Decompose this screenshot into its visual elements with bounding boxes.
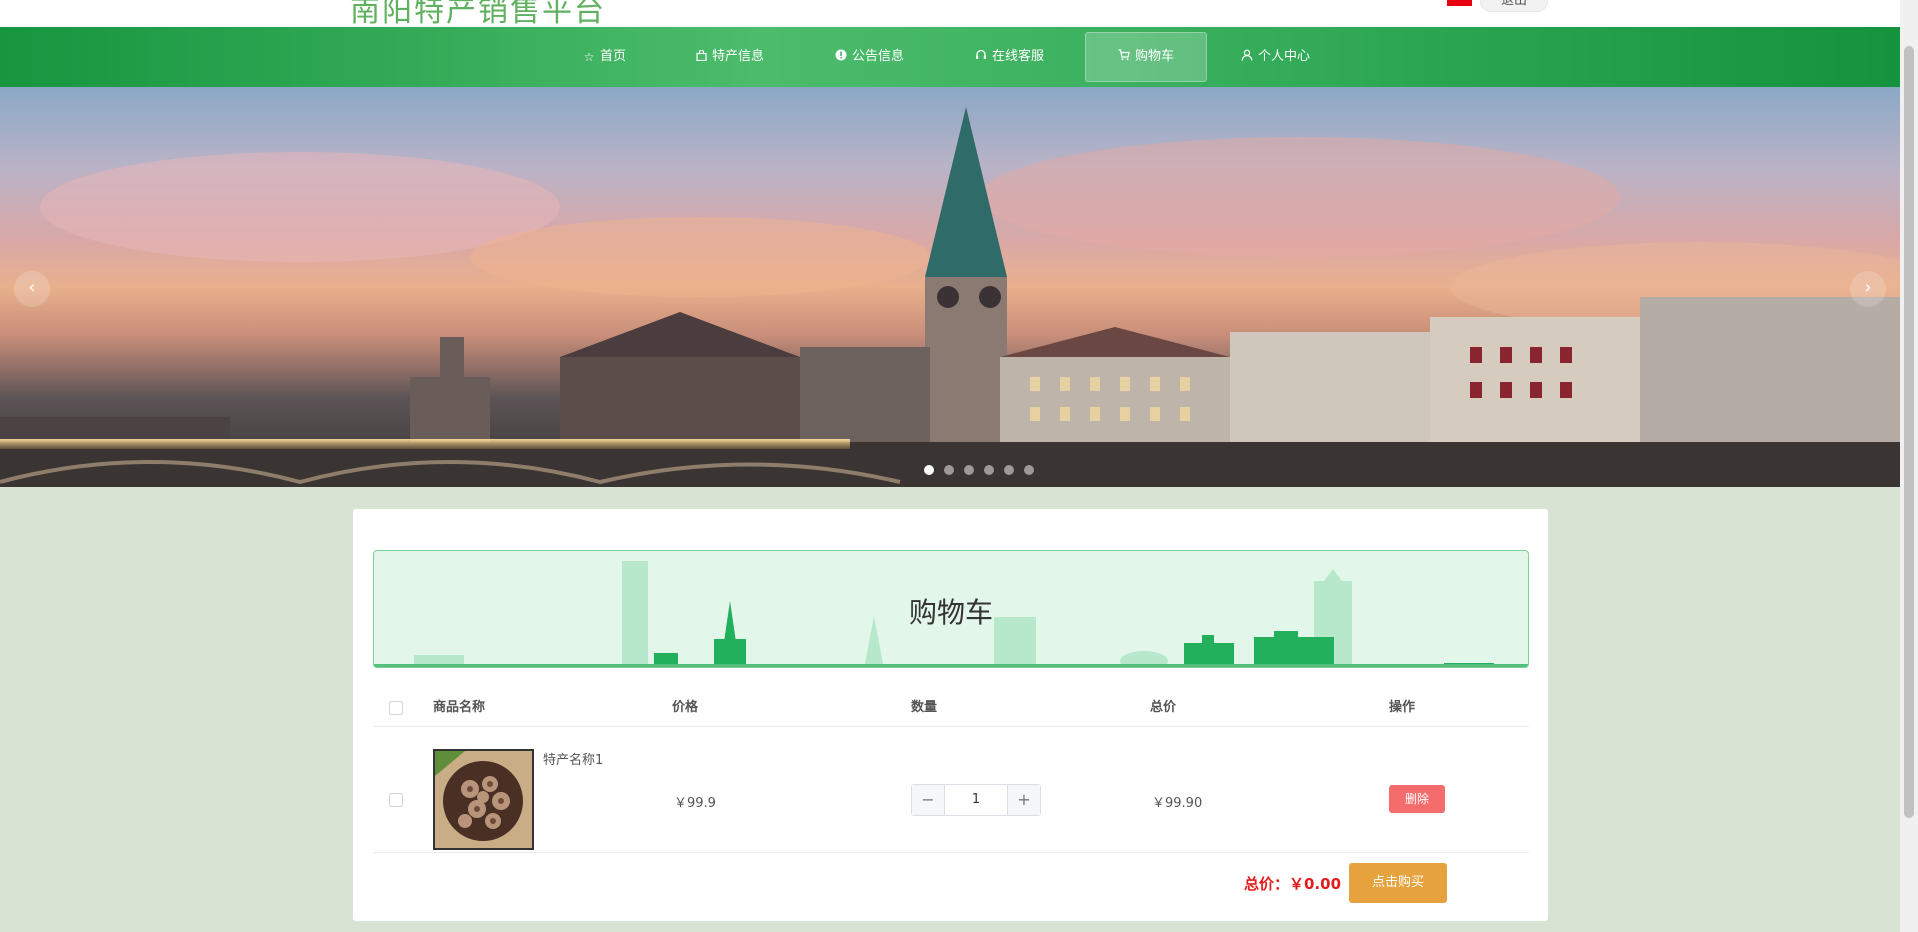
- bag-icon: [695, 32, 707, 82]
- scrollbar-thumb[interactable]: [1904, 46, 1914, 818]
- flag-icon: [1447, 0, 1472, 6]
- nav-item-home[interactable]: ☆ 首页: [571, 32, 638, 82]
- column-header-price: 价格: [672, 700, 699, 715]
- cart-panel: 购物车 商品名称 价格 数量 总价 操作 特产名称1 ￥99.9 − 1 + ￥…: [352, 508, 1549, 922]
- nav-label: 在线客服: [992, 49, 1045, 64]
- headset-icon: [975, 32, 987, 82]
- nav-item-customer-service[interactable]: 在线客服: [963, 32, 1056, 82]
- item-subtotal: ￥99.90: [1152, 796, 1203, 811]
- nav-label: 个人中心: [1258, 49, 1311, 64]
- logout-button[interactable]: 退出: [1480, 0, 1548, 12]
- decrement-button[interactable]: −: [912, 785, 944, 815]
- info-icon: [835, 32, 847, 82]
- product-thumbnail[interactable]: [433, 749, 534, 850]
- column-header-name: 商品名称: [433, 700, 486, 715]
- product-price: ￥99.9: [674, 796, 716, 811]
- column-header-quantity: 数量: [911, 700, 938, 715]
- nav-item-announcements[interactable]: 公告信息: [823, 32, 916, 82]
- buy-button[interactable]: 点击购买: [1349, 863, 1447, 903]
- nav-item-profile[interactable]: 个人中心: [1229, 32, 1322, 82]
- nav-label: 购物车: [1134, 49, 1174, 64]
- cart-title: 购物车: [908, 596, 993, 629]
- carousel-dot[interactable]: [984, 465, 994, 475]
- nav-label: 公告信息: [852, 49, 905, 64]
- carousel-dot[interactable]: [964, 465, 974, 475]
- main-nav: ☆ 首页 特产信息 公告信息 在线客服 购物车 个人中心: [0, 27, 1900, 87]
- cart-header-banner: 购物车: [373, 550, 1529, 668]
- cart-total: 总价：￥0.00: [1244, 875, 1342, 893]
- nav-label: 首页: [600, 49, 627, 64]
- column-header-actions: 操作: [1389, 700, 1416, 715]
- cart-table-header: 商品名称 价格 数量 总价 操作: [373, 689, 1529, 727]
- column-header-subtotal: 总价: [1150, 700, 1177, 715]
- cart-item-row: 特产名称1 ￥99.9 − 1 + ￥99.90 删除: [373, 729, 1529, 853]
- nav-item-products[interactable]: 特产信息: [683, 32, 776, 82]
- carousel-dot[interactable]: [924, 465, 934, 475]
- nav-item-cart[interactable]: 购物车: [1085, 32, 1207, 82]
- quantity-stepper: − 1 +: [911, 784, 1041, 816]
- nav-label: 特产信息: [712, 49, 765, 64]
- carousel-next-button[interactable]: ›: [1850, 271, 1886, 307]
- site-title: 南阳特产销售平台: [350, 0, 606, 27]
- product-name[interactable]: 特产名称1: [543, 749, 603, 768]
- carousel-dot[interactable]: [1024, 465, 1034, 475]
- top-header: 南阳特产销售平台 退出: [0, 0, 1900, 27]
- banner-carousel: ‹ ›: [0, 87, 1900, 487]
- user-icon: [1241, 32, 1253, 82]
- star-icon: ☆: [583, 50, 595, 64]
- item-checkbox[interactable]: [389, 793, 403, 807]
- cart-icon: [1118, 32, 1130, 82]
- increment-button[interactable]: +: [1008, 785, 1040, 815]
- carousel-dot[interactable]: [944, 465, 954, 475]
- banner-image: [0, 107, 1900, 487]
- delete-button[interactable]: 删除: [1389, 785, 1445, 813]
- page-scrollbar[interactable]: [1900, 0, 1918, 932]
- select-all-checkbox[interactable]: [389, 701, 403, 715]
- carousel-dot[interactable]: [1004, 465, 1014, 475]
- quantity-input[interactable]: 1: [944, 785, 1008, 815]
- carousel-prev-button[interactable]: ‹: [14, 271, 50, 307]
